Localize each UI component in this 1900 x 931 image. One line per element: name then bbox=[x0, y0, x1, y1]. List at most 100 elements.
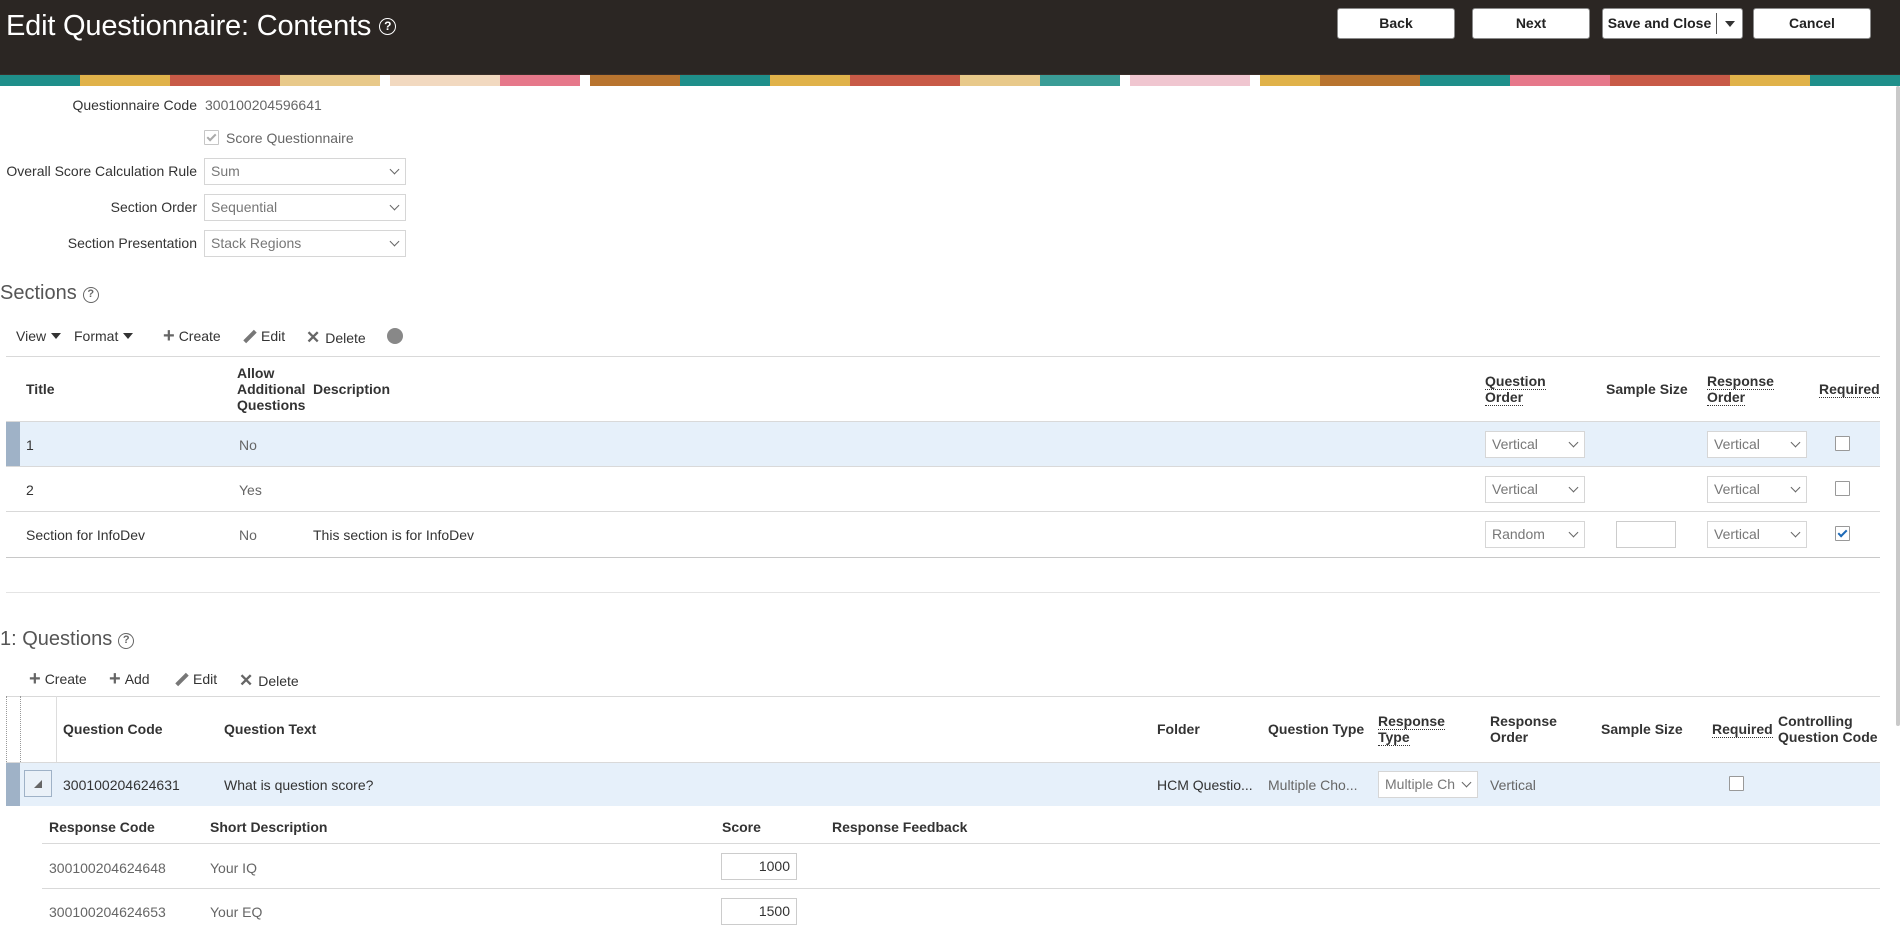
plus-icon: + bbox=[29, 668, 41, 690]
col-sample-size[interactable]: Sample Size bbox=[1606, 381, 1688, 397]
col-required-label: Required bbox=[1819, 381, 1880, 398]
column-grip bbox=[56, 696, 57, 762]
questions-add-button[interactable]: + Add bbox=[109, 668, 150, 690]
required-checkbox[interactable] bbox=[1835, 526, 1850, 541]
sample-size-input[interactable] bbox=[1616, 521, 1676, 548]
table-row[interactable] bbox=[6, 422, 1880, 466]
help-icon[interactable]: ? bbox=[379, 18, 397, 35]
response-order-value: Vertical bbox=[1714, 481, 1760, 497]
questions-delete-button[interactable]: ✕ Delete bbox=[239, 671, 299, 691]
caret-down-icon bbox=[51, 333, 62, 339]
column-grip bbox=[6, 696, 7, 762]
section-presentation-select[interactable]: Stack Regions bbox=[204, 230, 406, 257]
save-and-close-button[interactable]: Save and Close bbox=[1603, 9, 1716, 38]
row-selection-marker bbox=[6, 422, 20, 466]
question-code: 300100204624631 bbox=[63, 777, 180, 793]
create-label: Create bbox=[178, 328, 221, 344]
col-controlling-question-code[interactable]: Controlling Question Code bbox=[1778, 713, 1883, 745]
section-allow: No bbox=[239, 527, 257, 543]
questions-heading-text: 1: Questions bbox=[0, 628, 113, 650]
col-question-order[interactable]: Question Order bbox=[1485, 373, 1555, 406]
col-response-feedback[interactable]: Response Feedback bbox=[832, 819, 967, 835]
view-menu-label: View bbox=[16, 328, 47, 344]
required-checkbox[interactable] bbox=[1729, 776, 1744, 791]
question-order-value: Vertical bbox=[1492, 436, 1538, 452]
col-sample-size[interactable]: Sample Size bbox=[1601, 721, 1683, 737]
checkmark-icon bbox=[1837, 527, 1848, 538]
translate-globe-icon[interactable] bbox=[387, 328, 403, 344]
col-question-type[interactable]: Question Type bbox=[1268, 721, 1364, 737]
format-menu[interactable]: Format bbox=[74, 328, 134, 344]
response-order-select[interactable]: Vertical bbox=[1707, 476, 1807, 503]
question-order-select[interactable]: Random bbox=[1485, 521, 1585, 548]
chevron-down-icon bbox=[389, 236, 400, 247]
required-checkbox[interactable] bbox=[1835, 436, 1850, 451]
pencil-icon bbox=[175, 673, 188, 686]
col-short-description[interactable]: Short Description bbox=[210, 819, 327, 835]
help-icon[interactable]: ? bbox=[82, 287, 99, 303]
score-questionnaire-checkbox bbox=[204, 130, 219, 145]
questions-table-top-border bbox=[6, 696, 1880, 697]
required-checkbox[interactable] bbox=[1835, 481, 1850, 496]
plus-icon: + bbox=[109, 668, 121, 690]
back-button[interactable]: Back bbox=[1337, 8, 1455, 39]
col-question-code[interactable]: Question Code bbox=[63, 721, 163, 737]
col-score[interactable]: Score bbox=[722, 819, 761, 835]
overall-score-rule-label: Overall Score Calculation Rule bbox=[6, 163, 197, 179]
sections-edit-button[interactable]: Edit bbox=[243, 328, 285, 344]
col-response-type[interactable]: Response Type bbox=[1378, 713, 1453, 746]
section-order-select[interactable]: Sequential bbox=[204, 194, 406, 221]
collapse-triangle-icon[interactable] bbox=[24, 770, 52, 797]
sections-delete-button[interactable]: ✕ Delete bbox=[306, 328, 366, 348]
responses-header-border bbox=[42, 843, 1880, 844]
response-order-value: Vertical bbox=[1714, 526, 1760, 542]
response-score-input[interactable]: 1000 bbox=[721, 853, 797, 880]
page-title: Edit Questionnaire: Contents? bbox=[6, 10, 397, 43]
checkmark-icon bbox=[206, 131, 217, 142]
col-question-text[interactable]: Question Text bbox=[224, 721, 316, 737]
col-response-order-label: Response Order bbox=[1707, 373, 1774, 406]
chevron-down-icon bbox=[389, 164, 400, 175]
vertical-scrollbar[interactable] bbox=[1896, 86, 1900, 726]
next-button[interactable]: Next bbox=[1472, 8, 1590, 39]
col-response-code[interactable]: Response Code bbox=[49, 819, 155, 835]
col-response-order[interactable]: Response Order bbox=[1490, 713, 1565, 745]
col-response-order[interactable]: Response Order bbox=[1707, 373, 1779, 406]
view-menu[interactable]: View bbox=[16, 328, 62, 344]
response-code: 300100204624653 bbox=[49, 904, 166, 920]
chevron-down-icon bbox=[389, 200, 400, 211]
question-order-select[interactable]: Vertical bbox=[1485, 476, 1585, 503]
chevron-down-icon bbox=[1790, 437, 1801, 448]
col-required[interactable]: Required bbox=[1819, 381, 1880, 398]
response-short-description: Your EQ bbox=[210, 904, 263, 920]
question-order-select[interactable]: Vertical bbox=[1485, 431, 1585, 458]
response-score-input[interactable]: 1500 bbox=[721, 898, 797, 925]
section-order-label: Section Order bbox=[110, 199, 197, 215]
col-description[interactable]: Description bbox=[313, 381, 390, 397]
response-type-select[interactable]: Multiple Ch bbox=[1378, 771, 1478, 798]
response-order-select[interactable]: Vertical bbox=[1707, 431, 1807, 458]
create-label: Create bbox=[44, 671, 87, 687]
questions-create-button[interactable]: + Create bbox=[29, 668, 87, 690]
row-divider bbox=[6, 511, 1880, 512]
save-and-close-split-button[interactable]: Save and Close bbox=[1602, 8, 1743, 39]
col-required-label: Required bbox=[1712, 721, 1773, 738]
sections-table-bottom-border bbox=[6, 557, 1880, 558]
questions-edit-button[interactable]: Edit bbox=[175, 671, 217, 687]
col-title[interactable]: Title bbox=[26, 381, 55, 397]
col-required[interactable]: Required bbox=[1712, 721, 1773, 738]
save-menu-dropdown-icon[interactable] bbox=[1716, 13, 1742, 34]
sections-create-button[interactable]: + Create bbox=[163, 325, 221, 347]
col-allow-additional[interactable]: Allow Additional Questions bbox=[237, 365, 307, 413]
plus-icon: + bbox=[163, 325, 175, 347]
overall-score-rule-select[interactable]: Sum bbox=[204, 158, 406, 185]
col-folder[interactable]: Folder bbox=[1157, 721, 1200, 737]
chevron-down-icon bbox=[1568, 527, 1579, 538]
sections-table-top-border bbox=[6, 356, 1880, 357]
col-response-type-label: Response Type bbox=[1378, 713, 1445, 746]
cancel-button[interactable]: Cancel bbox=[1753, 8, 1871, 39]
response-order-select[interactable]: Vertical bbox=[1707, 521, 1807, 548]
help-icon[interactable]: ? bbox=[118, 633, 135, 649]
column-grip bbox=[20, 696, 21, 762]
section-title: 2 bbox=[26, 482, 34, 498]
